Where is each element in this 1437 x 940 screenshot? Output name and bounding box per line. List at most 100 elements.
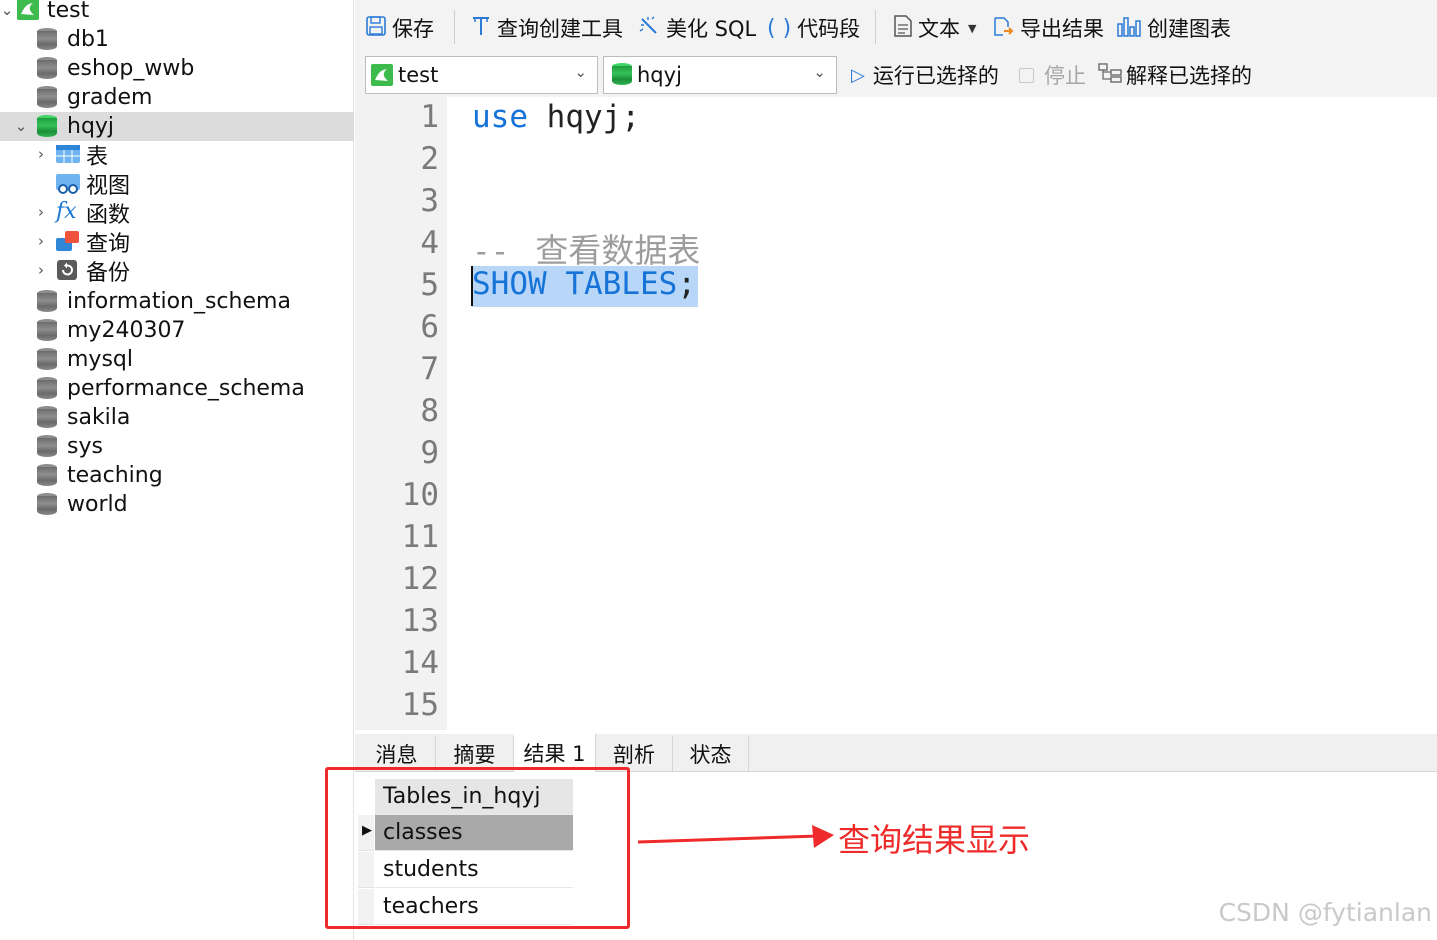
chevron-right-icon[interactable]: ›	[34, 145, 48, 163]
database-select-value: hqyj	[637, 63, 682, 87]
chart-icon	[1117, 15, 1141, 42]
code-snippet-button[interactable]: ( ) 代码段	[767, 12, 860, 44]
create-chart-button[interactable]: 创建图表	[1117, 12, 1231, 44]
tree-item-label: performance_schema	[67, 376, 305, 401]
create-chart-label: 创建图表	[1147, 17, 1231, 41]
tree-item-database[interactable]: sys	[0, 432, 354, 461]
tree-item-database[interactable]: performance_schema	[0, 374, 354, 403]
code-token: hqyj;	[528, 99, 640, 135]
query-builder-icon	[471, 15, 491, 42]
export-icon	[992, 15, 1014, 42]
tree-item-label: mysql	[67, 347, 133, 372]
line-number: 4	[420, 225, 439, 261]
watermark: CSDN @fytianlan	[1218, 898, 1432, 927]
chevron-down-icon[interactable]: ⌄	[0, 1, 14, 19]
line-number: 1	[420, 99, 439, 135]
save-button[interactable]: 保存	[366, 12, 434, 44]
line-number: 12	[401, 561, 439, 597]
annotation-label: 查询结果显示	[838, 821, 1031, 859]
tree-item-database[interactable]: db1	[0, 25, 354, 54]
tree-item-database[interactable]: mysql	[0, 345, 354, 374]
toolbar-divider	[454, 10, 455, 44]
explain-selected-button[interactable]: 解释已选择的	[1098, 58, 1252, 92]
run-selected-button[interactable]: ▷ 运行已选择的	[851, 58, 999, 92]
database-select[interactable]: hqyj ⌄	[603, 56, 837, 94]
tree-item-tables[interactable]: › 表	[0, 140, 354, 170]
connection-select-value: test	[398, 63, 439, 87]
tree-item-label: gradem	[67, 85, 153, 110]
tree-item-views[interactable]: 视图	[0, 169, 354, 199]
tree-item-label: 表	[86, 144, 109, 170]
view-icon	[56, 172, 80, 194]
tree-item-backups[interactable]: › 备份	[0, 256, 354, 286]
connection-label: test	[47, 0, 90, 23]
database-icon	[37, 319, 57, 343]
database-icon	[37, 86, 57, 110]
tree-item-database[interactable]: sakila	[0, 403, 354, 432]
tree-item-database[interactable]: information_schema	[0, 287, 354, 316]
object-navigator: ⌄ test db1 eshop_wwbgradem ⌄ hqyj informatio…	[0, 0, 354, 940]
tree-item-queries[interactable]: › 查询	[0, 227, 354, 257]
chevron-right-icon[interactable]: ›	[34, 203, 48, 221]
toolbar-divider	[875, 10, 876, 44]
line-number: 5	[420, 267, 439, 303]
tree-item-label: eshop_wwb	[67, 56, 195, 81]
annotation-highlight-box	[325, 767, 630, 929]
database-icon	[37, 435, 57, 459]
tree-item-functions[interactable]: › fx 函数	[0, 198, 354, 228]
comment-text: 查看数据表	[535, 231, 701, 270]
code-line-4[interactable]: -- 查看数据表	[472, 224, 700, 272]
code-token: ;	[677, 266, 696, 302]
text-mode-button[interactable]: 文本 ▼	[894, 12, 976, 44]
database-icon	[37, 348, 57, 372]
line-number-gutter: 1 2 3 4 5 6 7 8 9 10 11 12 13 14 15	[355, 97, 447, 730]
tab-status[interactable]: 状态	[673, 736, 749, 772]
connection-test[interactable]: ⌄ test	[0, 0, 354, 25]
code-line-1[interactable]: use hqyj;	[472, 99, 640, 135]
tree-item-database[interactable]: world	[0, 490, 354, 519]
export-results-button[interactable]: 导出结果	[992, 12, 1104, 44]
query-builder-button[interactable]: 查询创建工具	[471, 12, 623, 44]
stop-button[interactable]: 停止	[1019, 58, 1086, 92]
tree-item-label: 视图	[86, 173, 131, 199]
database-icon	[37, 464, 57, 488]
tab-label: 剖析	[613, 743, 655, 767]
tree-item-label: my240307	[67, 318, 186, 343]
tree-item-database[interactable]: gradem	[0, 83, 354, 112]
database-icon	[37, 377, 57, 401]
database-icon	[612, 63, 632, 87]
line-number: 2	[420, 141, 439, 177]
code-line-5-selected[interactable]: SHOW TABLES;	[472, 266, 698, 307]
mysql-connection-icon	[17, 0, 39, 20]
line-number: 10	[401, 477, 439, 513]
chevron-right-icon[interactable]: ›	[34, 261, 48, 279]
chevron-down-icon: ⌄	[574, 63, 587, 81]
beautify-sql-button[interactable]: 美化 SQL	[638, 12, 756, 44]
chevron-right-icon[interactable]: ›	[34, 232, 48, 250]
document-icon	[894, 14, 912, 42]
stop-label: 停止	[1044, 64, 1086, 88]
magic-wand-icon	[638, 15, 660, 42]
line-number: 6	[420, 309, 439, 345]
explain-selected-label: 解释已选择的	[1126, 64, 1252, 88]
chevron-down-icon[interactable]: ⌄	[14, 117, 28, 135]
dropdown-caret-icon[interactable]: ▼	[968, 22, 976, 35]
tree-item-label: teaching	[67, 463, 163, 488]
connection-select[interactable]: test ⌄	[365, 56, 598, 94]
line-number: 7	[420, 351, 439, 387]
tab-label: 状态	[689, 743, 732, 767]
tree-item-database[interactable]: my240307	[0, 316, 354, 345]
tree-item-database[interactable]: ⌄ hqyj	[0, 112, 354, 141]
play-icon: ▷	[851, 64, 865, 86]
line-number: 8	[420, 393, 439, 429]
tree-item-database[interactable]: teaching	[0, 461, 354, 490]
tab-label: 结果 1	[523, 742, 586, 766]
tree-item-database[interactable]: eshop_wwb	[0, 54, 354, 83]
line-number: 13	[401, 603, 439, 639]
tab-label: 摘要	[453, 743, 496, 767]
tree-item-label: hqyj	[67, 114, 115, 139]
stop-icon	[1019, 67, 1034, 83]
backup-icon	[56, 259, 78, 281]
mysql-connection-icon	[371, 64, 393, 91]
sql-editor[interactable]: 1 2 3 4 5 6 7 8 9 10 11 12 13 14 15 use hqyj; -- 查看数据表 …	[355, 97, 1437, 730]
